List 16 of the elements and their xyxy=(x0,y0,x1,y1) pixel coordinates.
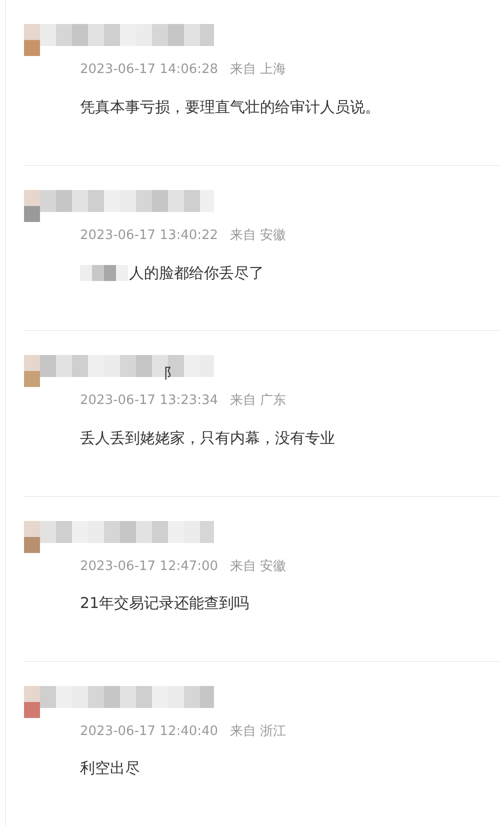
location-label: 来自 上海 xyxy=(230,61,286,79)
location-label: 来自 安徽 xyxy=(230,558,286,576)
comment-text: 21年交易记录还能查到吗 xyxy=(80,593,250,614)
timestamp: 2023-06-17 12:47:00 xyxy=(80,558,218,576)
timestamp: 2023-06-17 14:06:28 xyxy=(80,61,218,79)
location-label: 来自 浙江 xyxy=(230,722,286,741)
timestamp: 2023-06-17 13:40:22 xyxy=(80,227,218,246)
comment-text: 利空出尽 xyxy=(80,758,140,780)
timestamp: 2023-06-17 12:40:40 xyxy=(80,722,218,741)
location-label: 来自 安徽 xyxy=(230,227,286,246)
comment-text: 凭真本事亏损，要理直气壮的给审计人员说。 xyxy=(80,96,380,118)
comment-text: 人的脸都给你丢尽了 xyxy=(129,262,264,284)
user-name: 阝 xyxy=(164,365,178,384)
comment-text: 丢人丢到姥姥家，只有内幕，没有专业 xyxy=(80,428,335,449)
location-label: 来自 广东 xyxy=(230,392,286,410)
timestamp: 2023-06-17 13:23:34 xyxy=(80,392,218,410)
